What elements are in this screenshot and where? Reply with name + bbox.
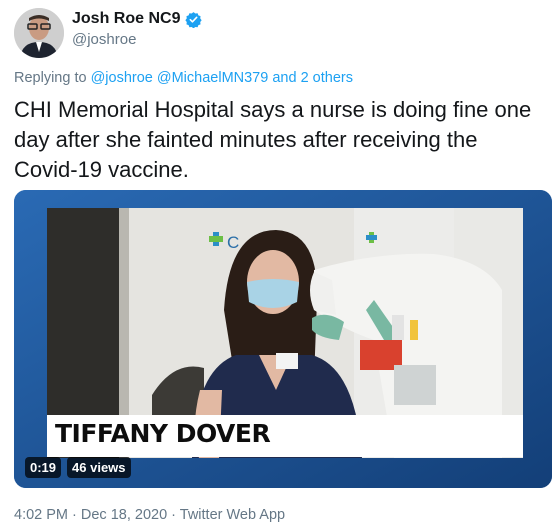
video-duration: 0:19 (25, 457, 62, 478)
video-view-count: 46 views (67, 457, 131, 478)
author-display-name[interactable]: Josh Roe NC9 (72, 10, 180, 28)
video-player[interactable]: C emorial TIFFANY DOVER 0:19 46 views (14, 190, 552, 488)
author-block: Josh Roe NC9 @joshroe (72, 10, 203, 48)
replying-to-line: Replying to @joshroe @MichaelMN379 and 2… (14, 70, 353, 86)
tweet-timestamp[interactable]: 4:02 PM · Dec 18, 2020 · Twitter Web App (14, 507, 285, 523)
lower-third-nameplate: TIFFANY DOVER (47, 415, 523, 457)
author-handle[interactable]: @joshroe (72, 31, 202, 48)
tweet-text: CHI Memorial Hospital says a nurse is do… (14, 97, 532, 182)
author-avatar[interactable] (14, 8, 64, 58)
replying-to-mentions[interactable]: @joshroe @MichaelMN379 (91, 70, 269, 86)
backdrop-text-left: C (227, 233, 239, 252)
replying-to-prefix: Replying to (14, 70, 87, 86)
replying-to-others-link[interactable]: and 2 others (272, 70, 353, 86)
avatar-image (14, 8, 64, 58)
lower-third-name: TIFFANY DOVER (55, 419, 271, 448)
video-meta: 0:19 46 views (25, 457, 131, 478)
verified-badge-icon (185, 11, 203, 28)
